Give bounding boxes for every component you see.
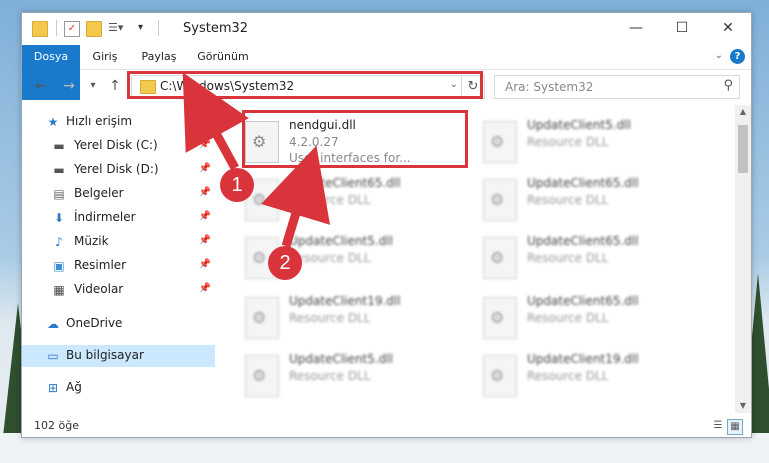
arrow-to-file (261, 145, 331, 248)
annotation-arrows (182, 72, 331, 248)
step-marker-2: 2 (268, 246, 302, 280)
arrow-to-address (182, 72, 249, 171)
step-marker-1: 1 (220, 168, 254, 202)
